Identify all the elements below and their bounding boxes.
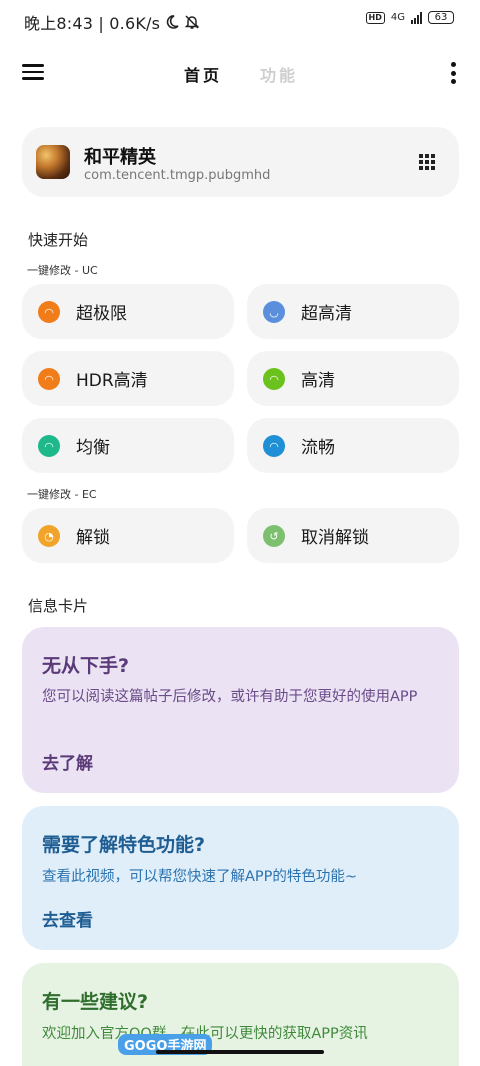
mode-button-label: 均衡 [76, 438, 110, 458]
mode-button-label: 超高清 [301, 304, 352, 324]
info-card-desc: 查看此视频，可以帮您快速了解APP的特色功能~ [42, 869, 358, 885]
mode-button-balanced[interactable]: ◠ 均衡 [22, 418, 234, 473]
info-card-title: 无从下手? [42, 655, 130, 677]
tab-function[interactable]: 功能 [260, 62, 298, 86]
home-indicator[interactable] [156, 1050, 324, 1054]
quick-start-title: 快速开始 [28, 231, 89, 249]
app-package: com.tencent.tmgp.pubgmhd [84, 168, 271, 183]
more-options-icon[interactable] [450, 62, 456, 84]
gauge-icon: ◠ [38, 301, 60, 323]
status-right: HD 4G 63 [365, 11, 454, 24]
mode-button-label: 流畅 [301, 438, 335, 458]
info-cards-title: 信息卡片 [28, 597, 89, 615]
app-bar: 首页 功能 [0, 52, 480, 94]
battery-icon: 63 [428, 11, 454, 24]
bell-off-icon [184, 15, 200, 29]
status-bar: 晚上8:43 | 0.6K/s HD 4G 63 [0, 0, 480, 42]
gauge-icon: ◠ [38, 435, 60, 457]
info-card-desc: 您可以阅读这篇帖子后修改，或许有助于您更好的使用APP [42, 689, 418, 705]
hd-badge: HD [365, 11, 385, 24]
glasses-icon: ◡ [263, 301, 285, 323]
info-card-features[interactable]: 需要了解特色功能? 查看此视频，可以帮您快速了解APP的特色功能~ 去查看 [22, 806, 459, 950]
info-card-title: 需要了解特色功能? [42, 834, 206, 856]
gauge-icon: ◠ [263, 368, 285, 390]
undo-icon: ↺ [263, 525, 285, 547]
info-card-guide[interactable]: 无从下手? 您可以阅读这篇帖子后修改，或许有助于您更好的使用APP 去了解 [22, 627, 459, 793]
mode-button-ultra-hd[interactable]: ◡ 超高清 [247, 284, 459, 339]
unlock-icon: ◔ [38, 525, 60, 547]
ec-section-label: 一键修改 - EC [27, 488, 97, 501]
unlock-button[interactable]: ◔ 解锁 [22, 508, 234, 563]
signal-icon [411, 11, 422, 24]
info-card-action[interactable]: 去查看 [42, 906, 93, 931]
status-time: 晚上8:43 | 0.6K/s [24, 14, 161, 33]
info-card-desc: 欢迎加入官方QQ群，在此可以更快的获取APP资讯 [42, 1024, 442, 1045]
moon-icon [166, 15, 179, 29]
mode-button-label: HDR高清 [76, 371, 148, 391]
info-card-action[interactable]: 去了解 [42, 749, 93, 774]
info-card-title: 有一些建议? [42, 991, 149, 1013]
cancel-unlock-button[interactable]: ↺ 取消解锁 [247, 508, 459, 563]
gauge-icon: ◠ [263, 435, 285, 457]
mode-button-label: 高清 [301, 371, 335, 391]
game-icon [36, 145, 70, 179]
grid-icon[interactable] [419, 154, 435, 170]
mode-button-ultra[interactable]: ◠ 超极限 [22, 284, 234, 339]
menu-icon[interactable] [22, 64, 44, 80]
mode-button-hd[interactable]: ◠ 高清 [247, 351, 459, 406]
mode-button-hdr[interactable]: ◠ HDR高清 [22, 351, 234, 406]
mode-button-smooth[interactable]: ◠ 流畅 [247, 418, 459, 473]
network-type: 4G [390, 12, 405, 23]
app-name: 和平精英 [84, 147, 156, 168]
mode-button-label: 取消解锁 [301, 528, 369, 548]
mode-button-label: 超极限 [76, 304, 127, 324]
selected-app-card[interactable]: 和平精英 com.tencent.tmgp.pubgmhd [22, 127, 459, 197]
status-left: 晚上8:43 | 0.6K/s [24, 10, 200, 34]
mode-button-label: 解锁 [76, 528, 110, 548]
gauge-icon: ◠ [38, 368, 60, 390]
uc-section-label: 一键修改 - UC [27, 264, 98, 277]
tab-home[interactable]: 首页 [184, 62, 222, 86]
